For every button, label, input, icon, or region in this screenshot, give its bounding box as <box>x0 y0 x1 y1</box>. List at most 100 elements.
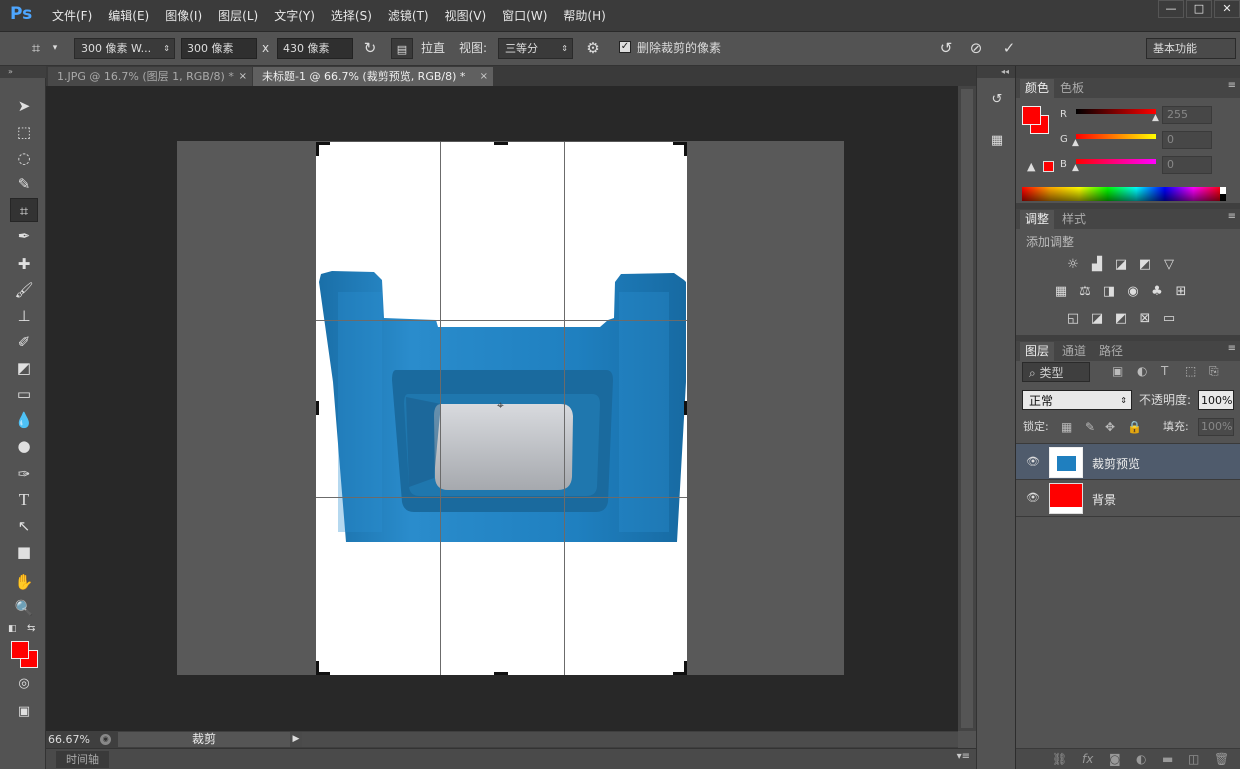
tab-channels[interactable]: 通道 <box>1057 342 1091 361</box>
layer-row-crop-preview[interactable]: 👁 裁剪预览 <box>1016 443 1240 480</box>
crop-handle-bottom-left[interactable] <box>316 672 330 675</box>
horizontal-scrollbar[interactable] <box>302 732 958 747</box>
minimize-button[interactable]: — <box>1158 0 1184 18</box>
path-selection-tool-icon[interactable]: ↖ <box>10 514 38 538</box>
add-mask-icon[interactable]: ◙ <box>1109 752 1121 766</box>
menu-edit[interactable]: 编辑(E) <box>100 0 157 32</box>
new-adjustment-layer-icon[interactable]: ◐ <box>1136 752 1146 766</box>
clone-stamp-tool-icon[interactable]: ⊥ <box>10 304 38 328</box>
play-arrow-icon[interactable]: ▶ <box>290 732 302 747</box>
tab-swatches[interactable]: 色板 <box>1055 79 1089 98</box>
scrollbar-thumb[interactable] <box>961 89 973 728</box>
curves-icon[interactable]: ◪ <box>1113 257 1129 273</box>
black-white-icon[interactable]: ◨ <box>1101 284 1117 300</box>
layer-name[interactable]: 背景 <box>1092 491 1116 508</box>
channel-r-slider[interactable] <box>1076 109 1156 114</box>
new-layer-icon[interactable]: ◫ <box>1188 752 1199 766</box>
canvas-vertical-scrollbar[interactable] <box>958 86 976 731</box>
levels-icon[interactable]: ▟ <box>1089 257 1105 273</box>
menu-type[interactable]: 文字(Y) <box>266 0 323 32</box>
layer-style-fx-icon[interactable]: fx <box>1082 752 1093 766</box>
eyedropper-tool-icon[interactable]: ✒ <box>10 224 38 248</box>
color-balance-icon[interactable]: ⚖ <box>1077 284 1093 300</box>
maximize-button[interactable]: □ <box>1186 0 1212 18</box>
lock-position-icon[interactable]: ✥ <box>1105 420 1115 434</box>
close-icon[interactable]: × <box>239 67 247 86</box>
history-brush-tool-icon[interactable]: ✐ <box>10 330 38 354</box>
marquee-tool-icon[interactable]: ⬚ <box>10 120 38 144</box>
menu-view[interactable]: 视图(V) <box>437 0 495 32</box>
pen-tool-icon[interactable]: ✑ <box>10 462 38 486</box>
swap-dimensions-icon[interactable]: ↻ <box>359 38 381 59</box>
panel-menu-icon[interactable]: ≡ <box>1228 211 1236 222</box>
black-white-swatch[interactable] <box>1220 187 1226 201</box>
workspace-dropdown[interactable]: 基本功能 <box>1146 38 1236 59</box>
layer-name[interactable]: 裁剪预览 <box>1092 455 1140 472</box>
lasso-tool-icon[interactable]: ◌ <box>10 146 38 170</box>
link-layers-icon[interactable]: ⛓ <box>1052 752 1067 766</box>
cancel-crop-icon[interactable]: ⊘ <box>965 38 987 59</box>
properties-panel-icon[interactable]: ▦ <box>985 130 1009 152</box>
tab-styles[interactable]: 样式 <box>1057 210 1091 229</box>
hand-tool-icon[interactable]: ✋ <box>10 570 38 594</box>
default-colors-icon[interactable]: ◧ <box>8 624 17 634</box>
crop-handle-left[interactable] <box>316 401 319 415</box>
vibrance-icon[interactable]: ▽ <box>1161 257 1177 273</box>
delete-layer-icon[interactable]: 🗑 <box>1214 752 1229 766</box>
status-info-field[interactable]: 裁剪 <box>118 732 290 747</box>
chevron-down-icon[interactable]: ▾ <box>48 38 62 59</box>
quick-mask-icon[interactable]: ◎ <box>10 672 38 696</box>
status-info-icon[interactable]: ◉ <box>100 734 111 745</box>
channel-g-input[interactable]: 0 <box>1162 131 1212 149</box>
rectangle-tool-icon[interactable]: ■ <box>10 540 38 564</box>
channel-g-slider[interactable] <box>1076 134 1156 139</box>
invert-icon[interactable]: ◱ <box>1065 311 1081 327</box>
slider-thumb-icon[interactable]: ▲ <box>1072 138 1079 148</box>
straighten-label[interactable]: 拉直 <box>421 38 445 59</box>
zoom-tool-icon[interactable]: 🔍 <box>10 596 38 620</box>
foreground-color-swatch[interactable] <box>1022 106 1041 125</box>
hue-saturation-icon[interactable]: ▦ <box>1053 284 1069 300</box>
exposure-icon[interactable]: ◩ <box>1137 257 1153 273</box>
slider-thumb-icon[interactable]: ▲ <box>1072 163 1079 173</box>
screen-mode-icon[interactable]: ▣ <box>10 700 38 724</box>
tab-layers[interactable]: 图层 <box>1020 342 1055 361</box>
menu-layer[interactable]: 图层(L) <box>210 0 266 32</box>
lock-pixels-icon[interactable]: ✎ <box>1085 420 1095 434</box>
crop-handle-top-left[interactable] <box>316 142 319 156</box>
panel-menu-icon[interactable]: ▾≡ <box>957 751 970 762</box>
crop-handle-right[interactable] <box>684 401 687 415</box>
height-input[interactable]: 430 像素 <box>277 38 353 59</box>
tab-adjustments[interactable]: 调整 <box>1020 210 1055 229</box>
straighten-icon[interactable]: ▤ <box>391 38 413 59</box>
filter-type-icon[interactable]: T <box>1161 364 1168 378</box>
swap-colors-icon[interactable]: ⇆ <box>27 623 35 634</box>
channel-b-slider[interactable] <box>1076 159 1156 164</box>
type-tool-icon[interactable]: T <box>10 488 38 512</box>
new-group-icon[interactable]: ▬ <box>1162 752 1173 766</box>
color-spectrum-bar[interactable] <box>1022 187 1226 201</box>
layer-row-background[interactable]: 👁 背景 <box>1016 480 1240 517</box>
slider-thumb-icon[interactable]: ▲ <box>1152 113 1159 123</box>
delete-cropped-pixels-checkbox[interactable]: ✓ <box>619 41 631 53</box>
blend-mode-dropdown[interactable]: 正常 ⇕ <box>1022 390 1132 410</box>
menu-file[interactable]: 文件(F) <box>44 0 100 32</box>
brightness-contrast-icon[interactable]: ☼ <box>1065 257 1081 273</box>
overlay-view-dropdown[interactable]: 三等分 ⇕ <box>498 38 573 59</box>
tab-document-2[interactable]: 未标题-1 @ 66.7% (裁剪预览, RGB/8) * × <box>253 67 493 86</box>
settings-gear-icon[interactable]: ⚙ <box>582 38 604 59</box>
tab-paths[interactable]: 路径 <box>1094 342 1128 361</box>
tab-timeline[interactable]: 时间轴 <box>56 751 109 768</box>
panel-collapse-icon[interactable]: » <box>0 66 46 78</box>
eraser-tool-icon[interactable]: ◩ <box>10 356 38 380</box>
lock-transparency-icon[interactable]: ▦ <box>1061 420 1072 434</box>
crop-preview[interactable]: ⌖ <box>316 142 687 675</box>
crop-handle-bottom[interactable] <box>494 672 508 675</box>
healing-brush-tool-icon[interactable]: ✚ <box>10 252 38 276</box>
panel-menu-icon[interactable]: ≡ <box>1228 343 1236 354</box>
zoom-level[interactable]: 66.67% <box>48 731 90 748</box>
commit-crop-icon[interactable]: ✓ <box>998 38 1020 59</box>
gamut-color-swatch[interactable] <box>1043 161 1054 172</box>
selective-color-icon[interactable]: ⊠ <box>1137 311 1153 327</box>
close-icon[interactable]: × <box>480 67 488 86</box>
